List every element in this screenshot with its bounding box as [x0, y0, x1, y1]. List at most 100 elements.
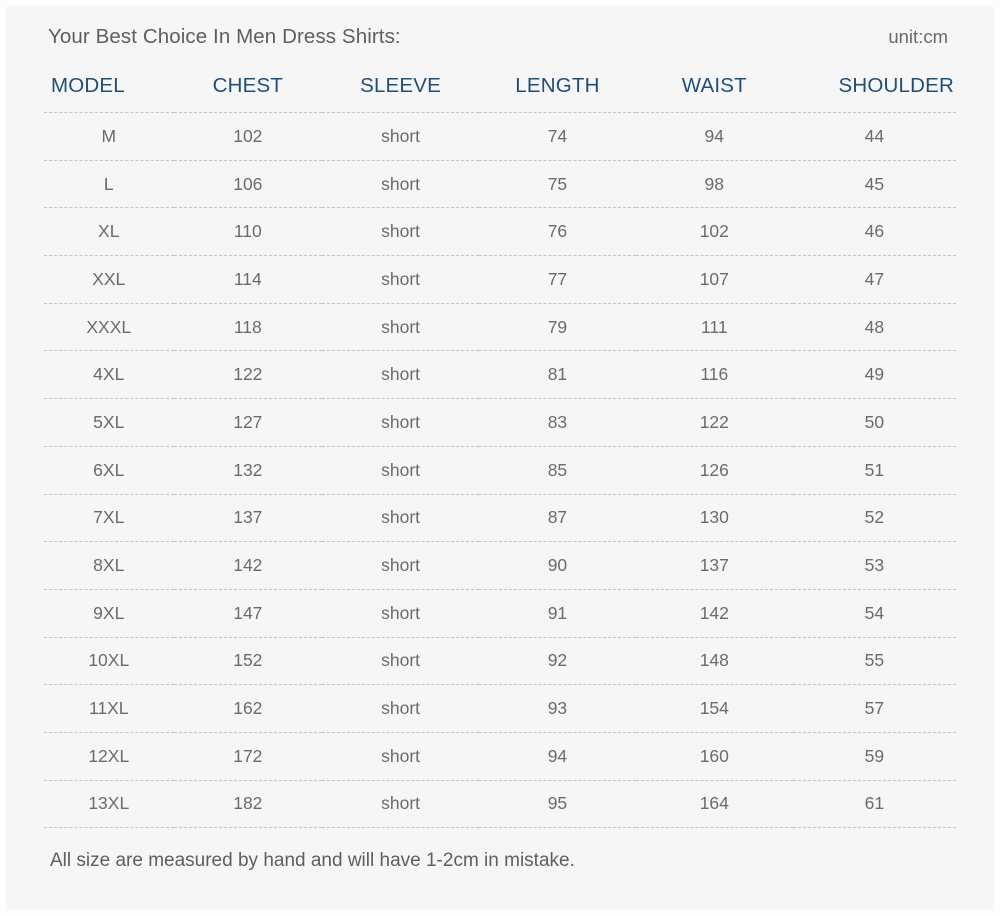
table-cell: short — [322, 398, 479, 447]
table-cell: 102 — [173, 112, 323, 161]
page-title: Your Best Choice In Men Dress Shirts: — [48, 25, 401, 48]
table-cell: 49 — [792, 350, 956, 399]
column-header-length: LENGTH — [515, 74, 600, 97]
table-cell: 77 — [479, 255, 636, 304]
table-cell: 164 — [635, 779, 793, 829]
table-row: 7XL 137 short 87 130 52 — [44, 493, 956, 542]
table-cell: 152 — [173, 636, 323, 685]
table-cell: 106 — [173, 159, 323, 208]
table-cell: short — [322, 112, 479, 161]
table-cell: 142 — [635, 588, 793, 638]
table-row: 8XL 142 short 90 137 53 — [44, 541, 956, 590]
table-cell: short — [322, 684, 479, 733]
table-cell: 83 — [479, 398, 636, 447]
table-row: 4XL 122 short 81 116 49 — [44, 350, 956, 399]
table-cell: 94 — [479, 731, 636, 781]
column-header-sleeve: SLEEVE — [360, 74, 442, 97]
table-cell: 137 — [173, 493, 323, 542]
table-cell: 47 — [792, 255, 956, 304]
table-cell: 46 — [792, 207, 956, 256]
table-cell: short — [322, 255, 479, 304]
table-row: 5XL 127 short 83 122 50 — [44, 398, 956, 447]
table-cell: 98 — [635, 159, 793, 208]
table-cell: 8XL — [44, 541, 174, 590]
table-cell: 76 — [479, 207, 636, 256]
table-cell: 111 — [635, 302, 793, 351]
measurement-disclaimer: All size are measured by hand and will h… — [50, 850, 575, 872]
table-cell: 142 — [173, 541, 323, 590]
table-row: 9XL 147 short 91 142 54 — [44, 588, 956, 638]
table-cell: short — [322, 207, 479, 256]
column-header-waist: WAIST — [681, 74, 747, 97]
table-cell: 51 — [792, 445, 956, 494]
table-cell: 75 — [479, 159, 636, 208]
column-header-chest: CHEST — [212, 74, 284, 97]
table-cell: 12XL — [44, 731, 174, 781]
table-row: 12XL 172 short 94 160 59 — [44, 731, 956, 781]
table-cell: 10XL — [44, 636, 174, 685]
table-cell: 94 — [635, 112, 793, 161]
table-cell: 122 — [635, 398, 793, 447]
table-cell: 11XL — [44, 684, 174, 733]
table-cell: short — [322, 636, 479, 685]
table-cell: 52 — [792, 493, 956, 542]
table-cell: short — [322, 493, 479, 542]
table-cell: short — [322, 350, 479, 399]
table-cell: 132 — [173, 445, 323, 494]
table-row: XXL 114 short 77 107 47 — [44, 255, 956, 304]
table-cell: 137 — [635, 541, 793, 590]
table-cell: 93 — [479, 684, 636, 733]
table-cell: 85 — [479, 445, 636, 494]
table-cell: 44 — [792, 112, 956, 161]
table-row: 11XL 162 short 93 154 57 — [44, 684, 956, 733]
table-cell: 126 — [635, 445, 793, 494]
table-cell: 122 — [173, 350, 323, 399]
table-cell: 59 — [792, 731, 956, 781]
chart-header: Your Best Choice In Men Dress Shirts: un… — [44, 6, 956, 68]
table-cell: XXL — [44, 255, 174, 304]
table-header: MODEL CHEST SLEEVE LENGTH WAIST SHOULDER — [44, 68, 956, 113]
table-cell: 127 — [173, 398, 323, 447]
table-cell: 54 — [792, 588, 956, 638]
table-cell: 90 — [479, 541, 636, 590]
unit-label: unit:cm — [888, 26, 948, 47]
table-cell: 148 — [635, 636, 793, 685]
table-cell: short — [322, 445, 479, 494]
table-cell: 154 — [635, 684, 793, 733]
table-cell: 118 — [173, 302, 323, 351]
table-cell: short — [322, 541, 479, 590]
table-cell: 172 — [173, 731, 323, 781]
table-cell: 110 — [173, 207, 323, 256]
table-cell: 92 — [479, 636, 636, 685]
table-cell: 147 — [173, 588, 323, 638]
table-cell: 5XL — [44, 398, 174, 447]
table-header-row: MODEL CHEST SLEEVE LENGTH WAIST SHOULDER — [44, 68, 956, 113]
table-cell: 6XL — [44, 445, 174, 494]
table-cell: 95 — [479, 779, 636, 829]
table-cell: 130 — [635, 493, 793, 542]
table-cell: L — [44, 159, 174, 208]
table-cell: 116 — [635, 350, 793, 399]
table-row: XL 110 short 76 102 46 — [44, 207, 956, 256]
size-chart-card: Your Best Choice In Men Dress Shirts: un… — [0, 0, 1000, 916]
table-row: 13XL 182 short 95 164 61 — [44, 779, 956, 829]
table-cell: short — [322, 779, 479, 829]
table-cell: 50 — [792, 398, 956, 447]
table-cell: M — [44, 112, 174, 161]
table-cell: 13XL — [44, 779, 174, 829]
table-cell: short — [322, 159, 479, 208]
table-cell: 182 — [173, 779, 323, 829]
table-cell: short — [322, 588, 479, 638]
table-cell: 57 — [792, 684, 956, 733]
table-cell: 53 — [792, 541, 956, 590]
column-header-shoulder: SHOULDER — [838, 74, 954, 97]
table-cell: 55 — [792, 636, 956, 685]
table-row: L 106 short 75 98 45 — [44, 159, 956, 208]
table-body: M 102 short 74 94 44 L 106 short 75 98 45 XL 110 short… — [44, 112, 956, 829]
table-cell: 114 — [173, 255, 323, 304]
table-row: XXXL 118 short 79 111 48 — [44, 302, 956, 351]
size-table: MODEL CHEST SLEEVE LENGTH WAIST SHOULDER… — [44, 68, 956, 829]
table-cell: 61 — [792, 779, 956, 829]
table-row: M 102 short 74 94 44 — [44, 112, 956, 161]
table-cell: 162 — [173, 684, 323, 733]
